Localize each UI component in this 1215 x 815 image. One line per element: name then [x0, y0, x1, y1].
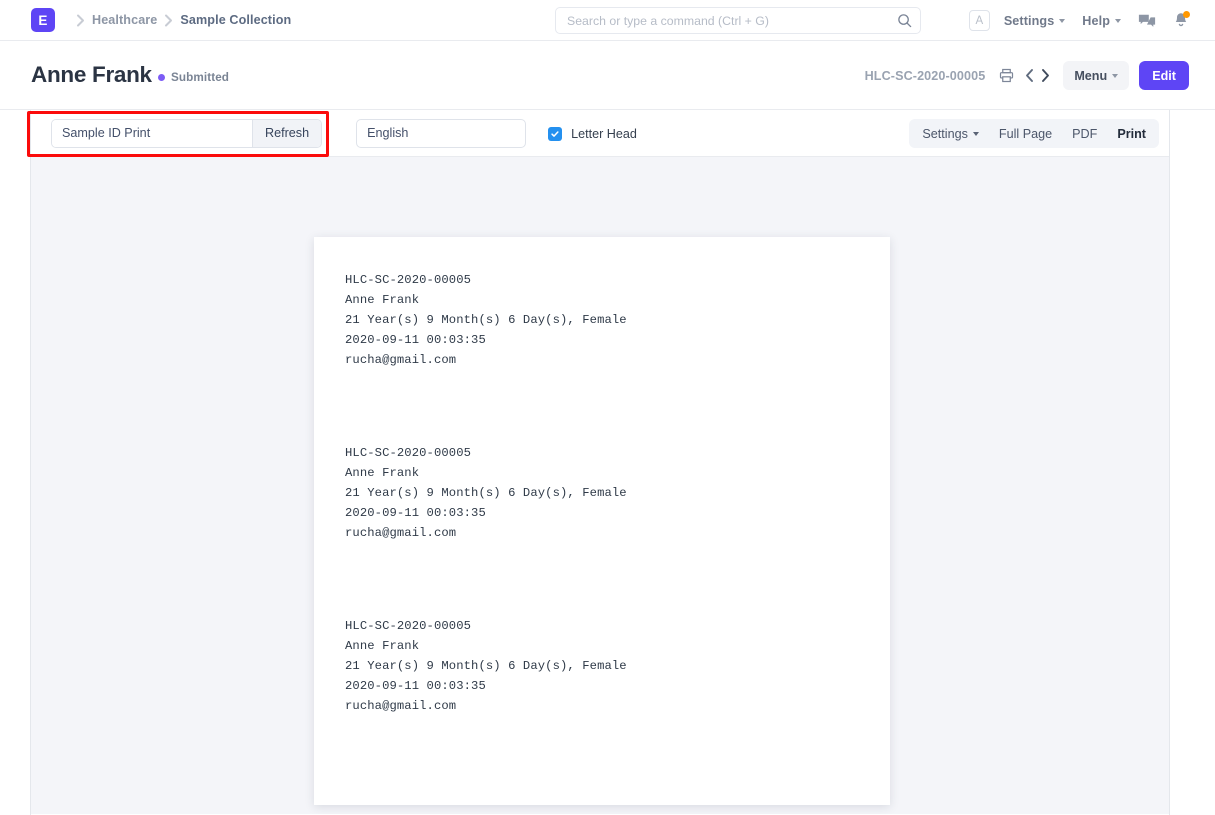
- label-email: rucha@gmail.com: [345, 696, 627, 716]
- nav-help-menu[interactable]: Help: [1082, 14, 1121, 28]
- chat-icon[interactable]: [1138, 13, 1156, 29]
- edit-button[interactable]: Edit: [1139, 61, 1189, 90]
- label-sample-id: HLC-SC-2020-00005: [345, 270, 627, 290]
- letter-head-checkbox-group[interactable]: Letter Head: [548, 125, 637, 141]
- label-datetime: 2020-09-11 00:03:35: [345, 330, 627, 350]
- letter-head-label: Letter Head: [571, 127, 637, 141]
- search-container: [555, 7, 921, 34]
- chevron-down-icon: [973, 132, 979, 136]
- print-format-select[interactable]: Sample ID Print: [52, 120, 252, 147]
- print-label-block: HLC-SC-2020-00005 Anne Frank 21 Year(s) …: [345, 443, 627, 543]
- full-page-button[interactable]: Full Page: [989, 119, 1062, 148]
- notification-badge: [1183, 11, 1190, 18]
- print-preview-area: HLC-SC-2020-00005 Anne Frank 21 Year(s) …: [31, 157, 1169, 814]
- pdf-button[interactable]: PDF: [1062, 119, 1107, 148]
- page-title: Anne Frank: [31, 62, 152, 88]
- page-header-actions: HLC-SC-2020-00005 Menu Edit: [865, 41, 1189, 110]
- print-preview-page: HLC-SC-2020-00005 Anne Frank 21 Year(s) …: [314, 237, 890, 805]
- letter-head-checkbox[interactable]: [548, 127, 562, 141]
- search-icon[interactable]: [897, 13, 912, 28]
- language-select[interactable]: English: [356, 119, 526, 148]
- next-document-icon[interactable]: [1039, 68, 1052, 83]
- chevron-down-icon: [1112, 74, 1118, 78]
- print-button[interactable]: Print: [1107, 119, 1156, 148]
- chevron-right-icon: [164, 14, 173, 27]
- print-settings-label: Settings: [922, 127, 968, 141]
- refresh-button[interactable]: Refresh: [252, 120, 321, 147]
- label-datetime: 2020-09-11 00:03:35: [345, 503, 627, 523]
- breadcrumb: Healthcare Sample Collection: [69, 13, 291, 27]
- main-container: Sample ID Print Refresh English Letter H…: [30, 110, 1170, 815]
- nav-settings-menu[interactable]: Settings: [1004, 14, 1065, 28]
- app-logo-icon[interactable]: E: [31, 8, 55, 32]
- label-datetime: 2020-09-11 00:03:35: [345, 676, 627, 696]
- label-sample-id: HLC-SC-2020-00005: [345, 616, 627, 636]
- nav-settings-label: Settings: [1004, 14, 1054, 28]
- label-patient-name: Anne Frank: [345, 463, 627, 483]
- print-actions-group: Settings Full Page PDF Print: [909, 119, 1159, 148]
- print-label-block: HLC-SC-2020-00005 Anne Frank 21 Year(s) …: [345, 270, 627, 370]
- label-sample-id: HLC-SC-2020-00005: [345, 443, 627, 463]
- label-email: rucha@gmail.com: [345, 523, 627, 543]
- label-email: rucha@gmail.com: [345, 350, 627, 370]
- print-icon[interactable]: [999, 68, 1014, 83]
- status-dot-icon: [158, 74, 165, 81]
- label-demographics: 21 Year(s) 9 Month(s) 6 Day(s), Female: [345, 310, 627, 330]
- page-header: Anne Frank Submitted HLC-SC-2020-00005 M…: [0, 41, 1215, 110]
- previous-document-icon[interactable]: [1023, 68, 1036, 83]
- breadcrumb-item-sample-collection[interactable]: Sample Collection: [180, 13, 291, 27]
- top-navbar: E Healthcare Sample Collection A Setting…: [0, 0, 1215, 41]
- print-settings-button[interactable]: Settings: [912, 119, 989, 148]
- status-label: Submitted: [171, 71, 229, 84]
- search-input[interactable]: [555, 7, 921, 34]
- print-label-block: HLC-SC-2020-00005 Anne Frank 21 Year(s) …: [345, 616, 627, 716]
- label-demographics: 21 Year(s) 9 Month(s) 6 Day(s), Female: [345, 483, 627, 503]
- nav-help-label: Help: [1082, 14, 1110, 28]
- print-format-group: Sample ID Print Refresh: [51, 119, 322, 148]
- navbar-right-actions: A Settings Help: [969, 0, 1215, 41]
- document-id: HLC-SC-2020-00005: [865, 69, 986, 83]
- print-toolbar: Sample ID Print Refresh English Letter H…: [31, 110, 1169, 157]
- notifications-bell-icon[interactable]: [1173, 12, 1189, 29]
- menu-button-label: Menu: [1074, 69, 1107, 83]
- chevron-down-icon: [1059, 19, 1065, 23]
- label-patient-name: Anne Frank: [345, 636, 627, 656]
- avatar[interactable]: A: [969, 10, 990, 31]
- status-badge: Submitted: [158, 71, 229, 84]
- chevron-right-icon: [76, 14, 85, 27]
- label-demographics: 21 Year(s) 9 Month(s) 6 Day(s), Female: [345, 656, 627, 676]
- label-patient-name: Anne Frank: [345, 290, 627, 310]
- breadcrumb-item-healthcare[interactable]: Healthcare: [92, 13, 157, 27]
- menu-button[interactable]: Menu: [1063, 61, 1129, 90]
- check-icon: [550, 129, 560, 139]
- chevron-down-icon: [1115, 19, 1121, 23]
